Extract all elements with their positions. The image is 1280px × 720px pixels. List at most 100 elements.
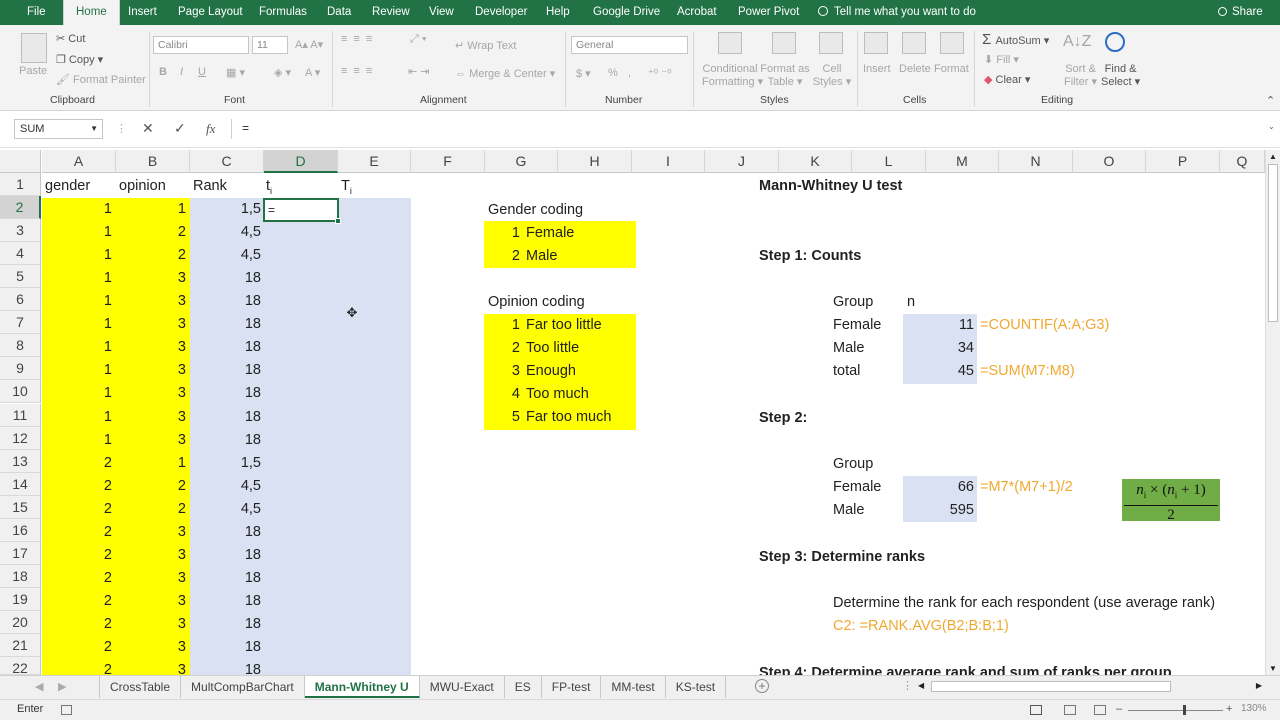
cell-b18[interactable]: 3	[116, 567, 186, 590]
opinion-coding-title[interactable]: Opinion coding	[488, 291, 585, 314]
wrap-text-button[interactable]: ↵ Wrap Text	[455, 39, 516, 52]
cell-b10[interactable]: 3	[116, 382, 186, 405]
cell-a2[interactable]: 1	[42, 198, 112, 221]
column-header-q[interactable]: Q	[1220, 150, 1265, 173]
row-header-13[interactable]: 13	[0, 449, 41, 473]
cell-a11[interactable]: 1	[42, 406, 112, 429]
select-all-corner[interactable]	[0, 150, 41, 173]
total-label[interactable]: total	[833, 360, 860, 383]
scroll-up-icon[interactable]: ▲	[1269, 152, 1277, 161]
zoom-slider-thumb[interactable]	[1183, 705, 1186, 715]
comma-button[interactable]: ,	[628, 67, 631, 79]
step2-heading[interactable]: Step 2:	[759, 407, 807, 430]
expand-formula-bar-icon[interactable]: ⌄	[1268, 122, 1275, 131]
font-size-box[interactable]: 11	[252, 36, 288, 54]
cell-a8[interactable]: 1	[42, 336, 112, 359]
row-header-17[interactable]: 17	[0, 541, 41, 565]
cell-c1[interactable]: Rank	[193, 175, 227, 198]
add-sheet-icon[interactable]: +	[755, 679, 769, 693]
cell-styles-button[interactable]: Cell Styles ▾	[812, 63, 852, 88]
cell-c13[interactable]: 1,5	[190, 452, 261, 475]
cell-b20[interactable]: 3	[116, 613, 186, 636]
conditional-formatting-icon[interactable]	[718, 32, 742, 54]
share-button[interactable]: Share	[1218, 0, 1263, 25]
cell-c19[interactable]: 18	[190, 590, 261, 613]
cell-b3[interactable]: 2	[116, 221, 186, 244]
cell-c15[interactable]: 4,5	[190, 498, 261, 521]
next-sheet-icon[interactable]: ▶	[58, 680, 66, 693]
row-header-14[interactable]: 14	[0, 472, 41, 496]
cell-b14[interactable]: 2	[116, 475, 186, 498]
cell-a9[interactable]: 1	[42, 359, 112, 382]
column-header-h[interactable]: H	[558, 150, 632, 173]
sheet-tab-es[interactable]: ES	[505, 676, 542, 698]
scroll-left-icon[interactable]: ◀	[918, 681, 924, 690]
opinion_coding-code-1[interactable]: 1	[484, 314, 520, 337]
mw-title[interactable]: Mann-Whitney U test	[759, 175, 902, 198]
step4-heading[interactable]: Step 4: Determine average rank and sum o…	[759, 662, 1172, 675]
tab-google-drive[interactable]: Google Drive	[593, 0, 660, 25]
cell-styles-icon[interactable]	[819, 32, 843, 54]
row-header-18[interactable]: 18	[0, 564, 41, 588]
zoom-out-button[interactable]: –	[1116, 703, 1122, 715]
cell-c4[interactable]: 4,5	[190, 244, 261, 267]
cell-a12[interactable]: 1	[42, 429, 112, 452]
cell-a17[interactable]: 2	[42, 544, 112, 567]
cell-a20[interactable]: 2	[42, 613, 112, 636]
font-name-box[interactable]: Calibri	[153, 36, 249, 54]
female-label[interactable]: Female	[833, 314, 881, 337]
sort-filter-icon[interactable]: A↓Z	[1063, 33, 1091, 51]
decimal-icons[interactable]: ⁺⁰ ⁻⁰	[648, 67, 672, 80]
step3-heading[interactable]: Step 3: Determine ranks	[759, 546, 925, 569]
step2-male-label[interactable]: Male	[833, 499, 864, 522]
cell-a1[interactable]: gender	[45, 175, 90, 198]
cell-b4[interactable]: 2	[116, 244, 186, 267]
currency-icon[interactable]: $ ▾	[576, 67, 591, 80]
fill-handle[interactable]	[335, 218, 341, 224]
row-header-4[interactable]: 4	[0, 242, 41, 266]
collapse-ribbon-icon[interactable]: ⌃	[1266, 94, 1275, 107]
column-header-l[interactable]: L	[852, 150, 926, 173]
opinion_coding-code-4[interactable]: 4	[484, 383, 520, 406]
cell-c5[interactable]: 18	[190, 267, 261, 290]
opinion_coding-label-1[interactable]: Far too little	[526, 314, 602, 337]
cell-c10[interactable]: 18	[190, 382, 261, 405]
indent-icons[interactable]: ⇤ ⇥	[408, 65, 430, 78]
fill-color-icon[interactable]: ◈ ▾	[274, 66, 291, 79]
insert-function-icon[interactable]: fx	[206, 121, 215, 137]
row-header-9[interactable]: 9	[0, 357, 41, 381]
cell-b9[interactable]: 3	[116, 359, 186, 382]
cell-b1[interactable]: opinion	[119, 175, 166, 198]
sheet-tab-fp-test[interactable]: FP-test	[542, 676, 602, 698]
cell-b16[interactable]: 3	[116, 521, 186, 544]
cell-c3[interactable]: 4,5	[190, 221, 261, 244]
cell-a21[interactable]: 2	[42, 636, 112, 659]
name-box[interactable]: SUM ▼	[14, 119, 103, 139]
format-cells-button[interactable]: Format	[934, 63, 969, 75]
m7-formula[interactable]: =M7*(M7+1)/2	[980, 476, 1073, 499]
autosum-button[interactable]: Σ AutoSum ▾	[982, 31, 1049, 48]
horizontal-align-icons[interactable]: ≡≡≡	[341, 65, 378, 77]
cell-b15[interactable]: 2	[116, 498, 186, 521]
horizontal-scrollbar[interactable]: ◀ ▶	[915, 679, 1265, 695]
merge-center-button[interactable]: ⇔ Merge & Center ▾	[455, 67, 555, 80]
sheet-tab-mm-test[interactable]: MM-test	[601, 676, 666, 698]
column-header-a[interactable]: A	[42, 150, 116, 173]
step1-heading[interactable]: Step 1: Counts	[759, 245, 861, 268]
normal-view-icon[interactable]	[1030, 705, 1042, 715]
find-select-icon[interactable]	[1105, 32, 1125, 52]
cell-c18[interactable]: 18	[190, 567, 261, 590]
row-header-6[interactable]: 6	[0, 288, 41, 312]
cell-e1[interactable]: Ti	[341, 175, 352, 198]
cell-b21[interactable]: 3	[116, 636, 186, 659]
step2-female-value[interactable]: 66	[903, 476, 974, 499]
vertical-scroll-thumb[interactable]	[1268, 164, 1278, 322]
cell-c17[interactable]: 18	[190, 544, 261, 567]
row-header-11[interactable]: 11	[0, 403, 41, 427]
zoom-level[interactable]: 130%	[1241, 703, 1267, 714]
orientation-icon[interactable]: ⤢ ▾	[410, 33, 426, 46]
sheet-tab-mann-whitney-u[interactable]: Mann-Whitney U	[304, 676, 420, 698]
insert-cells-button[interactable]: Insert	[863, 63, 891, 75]
female-count[interactable]: 11	[903, 314, 974, 337]
cell-c2[interactable]: 1,5	[190, 198, 261, 221]
